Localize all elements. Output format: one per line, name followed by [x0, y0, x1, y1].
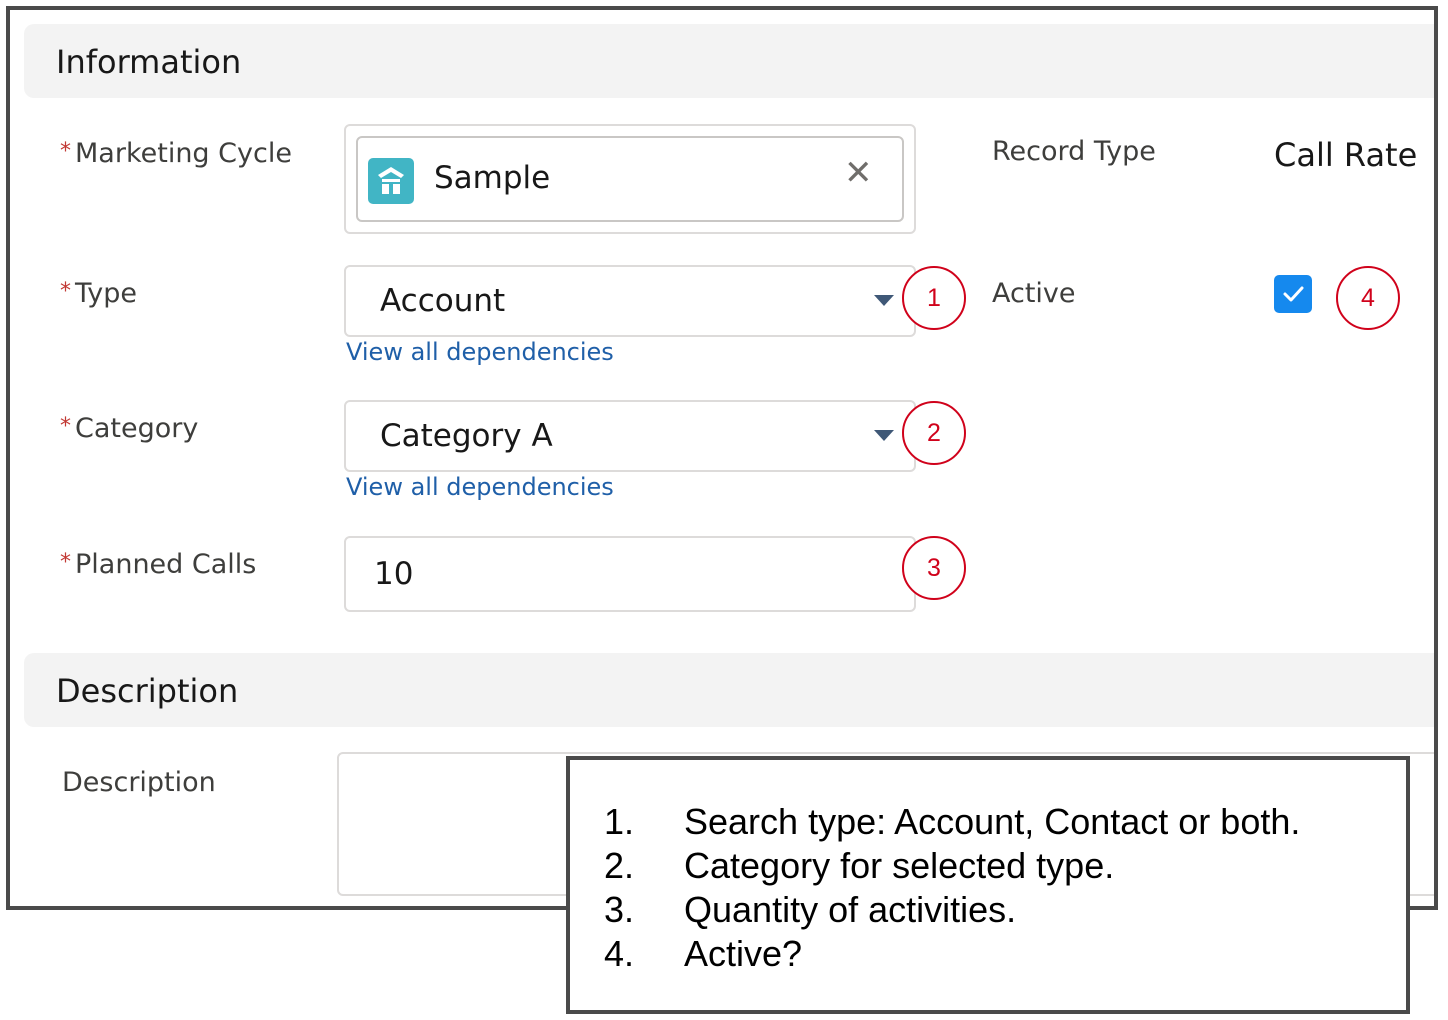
- marketing-cycle-lookup: Sample ✕: [344, 124, 916, 234]
- campaign-icon: [368, 158, 414, 204]
- callout-badge-1: 1: [902, 266, 966, 330]
- planned-calls-input[interactable]: 10: [344, 536, 916, 612]
- category-select-value: Category A: [380, 418, 553, 454]
- description-label: Description: [62, 767, 216, 798]
- annotation-item: 2. Category for selected type.: [604, 845, 1115, 886]
- information-section-title: Information: [56, 43, 242, 81]
- record-type-value: Call Rate: [1274, 136, 1418, 174]
- type-select[interactable]: Account: [344, 265, 916, 337]
- marketing-cycle-value: Sample: [434, 160, 551, 196]
- marketing-cycle-label: * Marketing Cycle: [60, 138, 292, 169]
- annotation-item: 1. Search type: Account, Contact or both.: [604, 801, 1301, 842]
- category-label: * Category: [60, 413, 199, 444]
- checkmark-icon: [1283, 286, 1304, 302]
- annotation-item: 3. Quantity of activities.: [604, 889, 1017, 930]
- marketing-cycle-selected-pill[interactable]: Sample ✕: [356, 136, 904, 222]
- required-asterisk: *: [60, 550, 71, 575]
- type-select-value: Account: [380, 283, 506, 319]
- information-section-header[interactable]: Information: [24, 24, 1434, 98]
- callout-badge-4: 4: [1336, 266, 1400, 330]
- active-checkbox[interactable]: [1274, 275, 1312, 313]
- clear-selection-icon[interactable]: ✕: [844, 156, 873, 190]
- annotation-list: 1. Search type: Account, Contact or both.…: [604, 800, 1300, 976]
- chevron-down-icon: [874, 430, 894, 441]
- callout-badge-2: 2: [902, 401, 966, 465]
- type-label: * Type: [60, 278, 138, 309]
- annotation-item: 4. Active?: [604, 933, 803, 974]
- description-section-title: Description: [56, 672, 239, 710]
- callout-badge-3: 3: [902, 536, 966, 600]
- annotation-notes-box: 1. Search type: Account, Contact or both.…: [566, 756, 1410, 1014]
- chevron-down-icon: [874, 295, 894, 306]
- description-section-header[interactable]: Description: [24, 653, 1434, 727]
- record-type-label: Record Type: [992, 136, 1156, 167]
- required-asterisk: *: [60, 414, 71, 439]
- active-label: Active: [992, 278, 1076, 309]
- required-asterisk: *: [60, 279, 71, 304]
- required-asterisk: *: [60, 139, 71, 164]
- planned-calls-label: * Planned Calls: [60, 549, 257, 580]
- planned-calls-value: 10: [374, 556, 414, 592]
- category-view-dependencies-link[interactable]: View all dependencies: [346, 473, 614, 501]
- type-view-dependencies-link[interactable]: View all dependencies: [346, 338, 614, 366]
- category-select[interactable]: Category A: [344, 400, 916, 472]
